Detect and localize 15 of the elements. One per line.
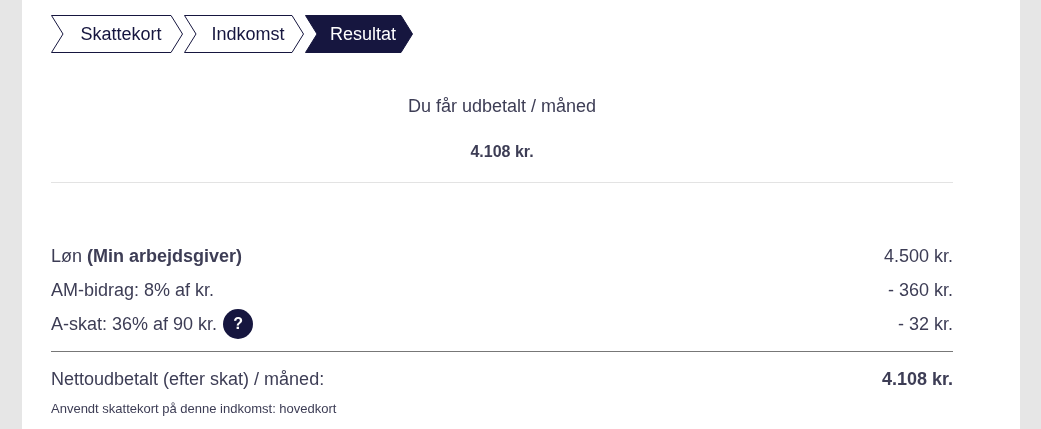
step-tab[interactable]: Resultat <box>305 15 413 53</box>
line-amount: - 360 kr. <box>887 278 953 302</box>
line-label: AM-bidrag: 8% af kr. <box>51 278 215 302</box>
summary-label: Du får udbetalt / måned <box>407 95 597 118</box>
step-tab[interactable]: Skattekort <box>51 15 183 53</box>
tax-card-note: Anvendt skattekort på denne indkomst: hovedkort <box>51 400 338 418</box>
line-label: Løn (Min arbejdsgiver) <box>51 244 243 268</box>
summary-amount: 4.108 kr. <box>470 142 534 162</box>
line-amount: 4.500 kr. <box>883 244 953 268</box>
line-amount: - 32 kr. <box>897 312 953 336</box>
net-label: Nettoudbetalt (efter skat) / måned: <box>51 368 325 391</box>
net-amount: 4.108 kr. <box>881 368 953 391</box>
line-label: A-skat: 36% af 90 kr. <box>51 312 218 336</box>
step-tab[interactable]: Indkomst <box>184 15 304 53</box>
help-button[interactable]: ? <box>223 309 254 339</box>
